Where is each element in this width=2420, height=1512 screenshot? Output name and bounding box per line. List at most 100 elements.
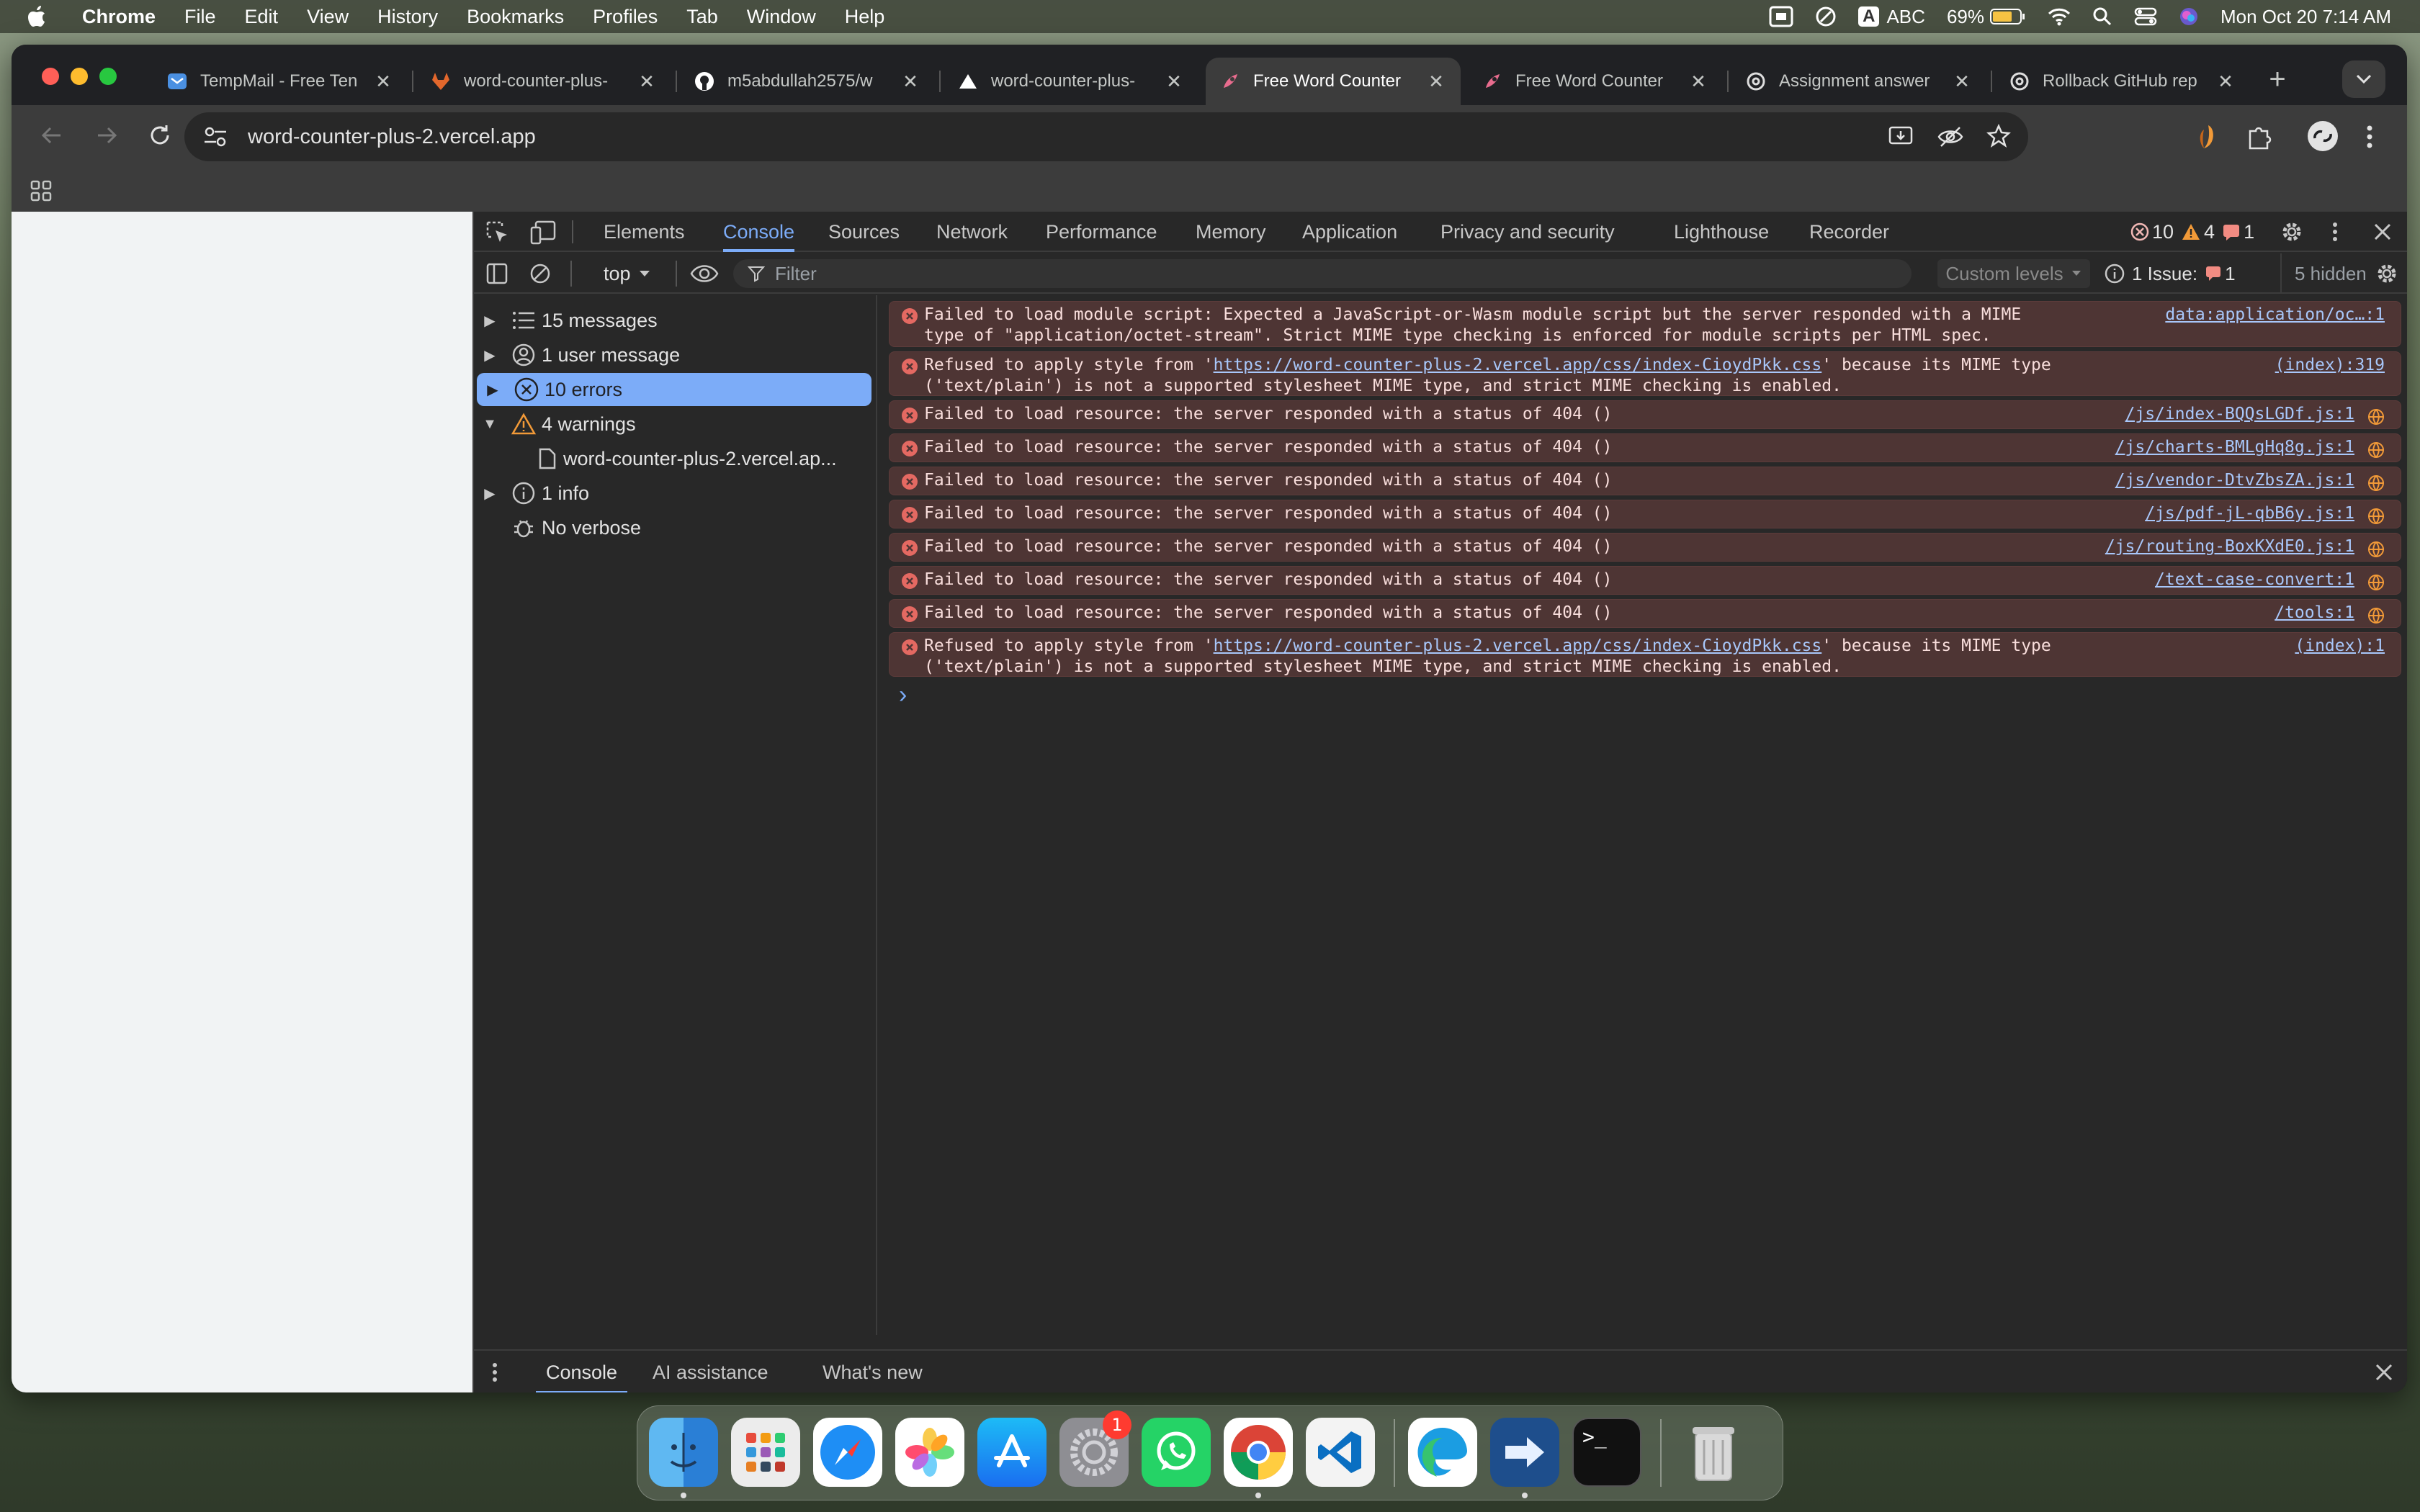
tab-memory[interactable]: Memory xyxy=(1196,212,1266,252)
edge-icon[interactable] xyxy=(1408,1418,1477,1487)
site-settings-icon[interactable] xyxy=(203,125,228,148)
close-tab-icon[interactable]: ✕ xyxy=(1164,71,1184,93)
close-tab-icon[interactable]: ✕ xyxy=(900,71,920,93)
chrome-menu-icon[interactable] xyxy=(2365,122,2374,151)
network-globe-icon[interactable] xyxy=(2367,441,2385,459)
expand-arrow-icon[interactable]: ▶ xyxy=(474,312,506,330)
devtools-close-icon[interactable] xyxy=(2372,222,2393,242)
sidebar-item-warning-source[interactable]: word-counter-plus-2.vercel.ap... xyxy=(474,442,877,475)
migration-assistant-icon[interactable] xyxy=(1490,1418,1559,1487)
console-prompt[interactable]: › xyxy=(899,681,2397,717)
minimize-window-button[interactable] xyxy=(71,68,88,85)
network-globe-icon[interactable] xyxy=(2367,574,2385,591)
reload-button[interactable] xyxy=(145,121,174,150)
console-filter-input[interactable]: Filter xyxy=(733,259,1912,288)
message-source-link[interactable]: /text-case-convert:1 xyxy=(2155,570,2354,590)
finder-icon[interactable] xyxy=(649,1418,718,1487)
tab-console[interactable]: Console xyxy=(723,212,795,252)
drawer-tab-console[interactable]: Console xyxy=(535,1351,628,1392)
back-button[interactable] xyxy=(37,121,66,150)
devtools-settings-gear-icon[interactable] xyxy=(2280,220,2303,243)
safari-icon[interactable] xyxy=(813,1418,882,1487)
bookmark-star-icon[interactable] xyxy=(1986,124,2011,148)
extensions-puzzle-icon[interactable] xyxy=(2244,122,2273,151)
focus-icon[interactable] xyxy=(1815,6,1837,27)
live-expression-eye-icon[interactable] xyxy=(690,264,719,284)
expand-arrow-icon[interactable]: ▶ xyxy=(474,346,506,364)
profile-avatar[interactable] xyxy=(2306,120,2339,153)
close-window-button[interactable] xyxy=(42,68,59,85)
close-tab-icon[interactable]: ✕ xyxy=(1426,71,1446,93)
console-error-message[interactable]: Failed to load resource: the server resp… xyxy=(889,599,2401,628)
app-store-icon[interactable] xyxy=(977,1418,1047,1487)
console-counters[interactable]: 10 4 1 xyxy=(2130,212,2254,252)
sidebar-item-verbose[interactable]: No verbose xyxy=(474,511,877,544)
trash-icon[interactable] xyxy=(1679,1418,1748,1487)
system-settings-icon[interactable]: 1 xyxy=(1059,1410,1131,1487)
control-center-icon[interactable] xyxy=(2134,6,2157,27)
new-tab-button[interactable]: + xyxy=(2259,60,2296,98)
tab-recorder[interactable]: Recorder xyxy=(1809,212,1889,252)
network-globe-icon[interactable] xyxy=(2367,408,2385,426)
extension-orange-icon[interactable] xyxy=(2194,122,2220,151)
stylesheet-url-link[interactable]: https://word-counter-plus-2.vercel.app/c… xyxy=(1214,636,1822,655)
tab-rollback-github[interactable]: Rollback GitHub rep ✕ xyxy=(1995,58,2250,105)
spotlight-icon[interactable] xyxy=(2092,6,2112,27)
tab-sources[interactable]: Sources xyxy=(828,212,900,252)
issues-summary[interactable]: 1 Issue: 1 xyxy=(2105,253,2236,294)
message-source-link[interactable]: /js/vendor-DtvZbsZA.js:1 xyxy=(2115,470,2354,491)
tab-free-word-counter[interactable]: Free Word Counter ✕ xyxy=(1468,58,1723,105)
eye-off-icon[interactable] xyxy=(1937,125,1963,148)
screen-share-icon[interactable] xyxy=(1769,6,1793,27)
message-source-link[interactable]: /tools:1 xyxy=(2275,603,2354,624)
expand-arrow-icon[interactable]: ▶ xyxy=(474,485,506,503)
menu-file[interactable]: File xyxy=(184,6,216,28)
menu-history[interactable]: History xyxy=(377,6,438,28)
console-error-message[interactable]: Failed to load resource: the server resp… xyxy=(889,467,2401,495)
console-error-message[interactable]: Failed to load resource: the server resp… xyxy=(889,433,2401,462)
tab-network[interactable]: Network xyxy=(936,212,1008,252)
tab-elements[interactable]: Elements xyxy=(604,212,685,252)
tab-tempmail[interactable]: TempMail - Free Ten ✕ xyxy=(153,58,408,105)
address-bar[interactable]: word-counter-plus-2.vercel.app xyxy=(184,112,2028,161)
terminal-icon[interactable]: >_ xyxy=(1572,1418,1641,1487)
menu-app-name[interactable]: Chrome xyxy=(82,6,156,28)
network-globe-icon[interactable] xyxy=(2367,541,2385,558)
close-tab-icon[interactable]: ✕ xyxy=(373,71,393,93)
network-globe-icon[interactable] xyxy=(2367,474,2385,492)
chrome-icon[interactable] xyxy=(1224,1418,1293,1487)
close-tab-icon[interactable]: ✕ xyxy=(1952,71,1972,93)
drawer-close-icon[interactable] xyxy=(2374,1362,2394,1382)
tab-github[interactable]: m5abdullah2575/w ✕ xyxy=(680,58,935,105)
whatsapp-icon[interactable] xyxy=(1142,1418,1211,1487)
message-source-link[interactable]: /js/index-BQQsLGDf.js:1 xyxy=(2125,404,2355,425)
console-settings-gear-icon[interactable] xyxy=(2375,262,2398,285)
tab-search-button[interactable] xyxy=(2342,60,2385,98)
console-error-message[interactable]: Failed to load resource: the server resp… xyxy=(889,566,2401,595)
siri-icon[interactable] xyxy=(2179,6,2199,27)
expand-arrow-icon[interactable]: ▶ xyxy=(477,381,508,399)
page-viewport[interactable] xyxy=(12,212,472,1392)
menu-tab[interactable]: Tab xyxy=(686,6,718,28)
forward-button[interactable] xyxy=(92,121,121,150)
tab-word-counter-gitlab[interactable]: word-counter-plus- ✕ xyxy=(416,58,671,105)
clear-console-icon[interactable] xyxy=(529,262,552,285)
menubar-datetime[interactable]: Mon Oct 20 7:14 AM xyxy=(2220,6,2391,28)
tab-free-word-counter-active[interactable]: Free Word Counter ✕ xyxy=(1206,58,1461,105)
network-globe-icon[interactable] xyxy=(2367,607,2385,624)
collapse-arrow-icon[interactable]: ▼ xyxy=(474,416,506,433)
message-source-link[interactable]: /js/routing-BoxKXdE0.js:1 xyxy=(2105,536,2354,557)
menu-help[interactable]: Help xyxy=(845,6,885,28)
console-messages[interactable]: Failed to load module script: Expected a… xyxy=(884,295,2407,1335)
context-selector[interactable]: top xyxy=(604,253,651,294)
message-source-link[interactable]: /js/pdf-jL-qbB6y.js:1 xyxy=(2145,503,2354,524)
url-text[interactable]: word-counter-plus-2.vercel.app xyxy=(248,125,536,149)
network-globe-icon[interactable] xyxy=(2367,508,2385,525)
console-error-message[interactable]: Refused to apply style from 'https://wor… xyxy=(889,351,2401,396)
stylesheet-url-link[interactable]: https://word-counter-plus-2.vercel.app/c… xyxy=(1214,356,1822,374)
tab-assignment-answer[interactable]: Assignment answer ✕ xyxy=(1731,58,1986,105)
device-toolbar-icon[interactable] xyxy=(530,220,556,245)
menu-profiles[interactable]: Profiles xyxy=(593,6,658,28)
message-source-link[interactable]: (index):1 xyxy=(2295,636,2385,657)
tab-vercel[interactable]: word-counter-plus- ✕ xyxy=(944,58,1198,105)
